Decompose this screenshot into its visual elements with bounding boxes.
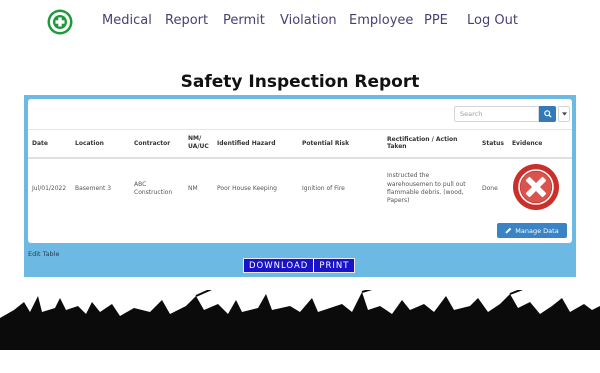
table-card: Date Location Contractor NM/ UA/UC Ident… bbox=[28, 99, 572, 243]
edit-table-link[interactable]: Edit Table bbox=[28, 250, 59, 258]
col-nm-ua-uc[interactable]: NM/ UA/UC bbox=[184, 129, 213, 159]
search-icon bbox=[543, 110, 552, 118]
nav-permit[interactable]: Permit bbox=[223, 13, 265, 28]
col-date[interactable]: Date bbox=[28, 129, 71, 159]
col-identified-hazard[interactable]: Identified Hazard bbox=[213, 129, 298, 159]
cell-risk: Ignition of Fire bbox=[302, 184, 345, 192]
industrial-skyline-silhouette bbox=[0, 290, 600, 350]
col-location[interactable]: Location bbox=[71, 129, 130, 159]
col-potential-risk[interactable]: Potential Risk bbox=[298, 129, 383, 159]
download-button[interactable]: DOWNLOAD bbox=[244, 259, 314, 272]
cell-status: Done bbox=[482, 184, 498, 192]
columns-dropdown-button[interactable] bbox=[558, 106, 570, 122]
red-x-circle-icon[interactable] bbox=[512, 163, 560, 211]
col-rectification[interactable]: Rectification / Action Taken bbox=[383, 129, 478, 159]
export-button-group: DOWNLOAD PRINT bbox=[243, 258, 356, 273]
nav-report[interactable]: Report bbox=[165, 13, 208, 28]
safety-first-logo[interactable] bbox=[47, 9, 73, 35]
cell-contractor: ABC Construction bbox=[134, 180, 173, 196]
search-button[interactable] bbox=[539, 106, 556, 122]
top-nav: Medical Report Permit Violation Employee… bbox=[0, 0, 600, 44]
cell-evidence bbox=[508, 158, 572, 220]
report-panel: Date Location Contractor NM/ UA/UC Ident… bbox=[24, 95, 576, 277]
nav-logout[interactable]: Log Out bbox=[467, 13, 518, 28]
print-button[interactable]: PRINT bbox=[314, 259, 355, 272]
nav-medical[interactable]: Medical bbox=[102, 13, 152, 28]
col-status[interactable]: Status bbox=[478, 129, 508, 159]
col-contractor[interactable]: Contractor bbox=[130, 129, 184, 159]
nav-ppe[interactable]: PPE bbox=[424, 13, 448, 28]
nav-employee[interactable]: Employee bbox=[349, 13, 413, 28]
cell-date: Jul/01/2022 bbox=[32, 184, 67, 192]
manage-data-button[interactable]: Manage Data bbox=[497, 223, 567, 238]
inspection-table: Date Location Contractor NM/ UA/UC Ident… bbox=[28, 129, 572, 220]
cell-nm: NM bbox=[188, 184, 198, 192]
col-evidence[interactable]: Evidence bbox=[507, 129, 572, 159]
cell-hazard: Poor House Keeping bbox=[217, 184, 277, 192]
pencil-icon bbox=[505, 227, 512, 234]
manage-data-label: Manage Data bbox=[515, 226, 559, 235]
search-input[interactable] bbox=[454, 106, 539, 122]
cell-location: Basement 3 bbox=[75, 184, 112, 192]
chevron-down-icon bbox=[561, 112, 567, 116]
page-title: Safety Inspection Report bbox=[180, 72, 420, 92]
table-row[interactable]: Jul/01/2022 Basement 3 ABC Construction … bbox=[28, 158, 572, 220]
cell-action: Instructed the warehousemen to pull out … bbox=[387, 172, 466, 205]
nav-violation[interactable]: Violation bbox=[280, 13, 337, 28]
table-header-row: Date Location Contractor NM/ UA/UC Ident… bbox=[28, 129, 572, 159]
